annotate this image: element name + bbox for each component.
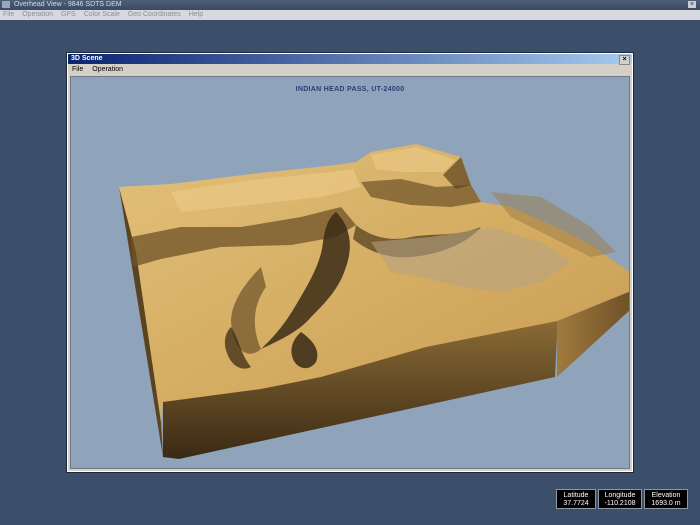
menu-operation[interactable]: Operation bbox=[22, 11, 53, 18]
scene-close-icon[interactable]: × bbox=[619, 55, 630, 65]
main-close-icon[interactable]: × bbox=[688, 1, 696, 8]
elevation-label: Elevation bbox=[651, 492, 681, 499]
terrain-model[interactable] bbox=[71, 77, 629, 468]
longitude-label: Longitude bbox=[604, 492, 636, 499]
latitude-label: Latitude bbox=[563, 492, 589, 499]
scene-window: 3D Scene × File Operation INDIAN HEAD PA… bbox=[67, 53, 633, 472]
app-icon bbox=[2, 1, 10, 8]
main-window-title: Overhead View - 9846 SDTS DEM bbox=[13, 1, 122, 8]
menu-geo-coordinates[interactable]: Geo Coordinates bbox=[128, 11, 181, 18]
longitude-value: -110.2108 bbox=[604, 500, 636, 507]
scene-title-bar[interactable]: 3D Scene × bbox=[68, 54, 632, 65]
menu-file[interactable]: File bbox=[3, 11, 14, 18]
terrain-viewport[interactable]: INDIAN HEAD PASS, UT-24000 bbox=[70, 76, 630, 469]
scene-menu-bar: File Operation bbox=[68, 65, 632, 75]
longitude-readout: Longitude -110.2108 bbox=[598, 489, 642, 509]
scene-menu-operation[interactable]: Operation bbox=[92, 66, 123, 73]
elevation-readout: Elevation 1693.0 m bbox=[644, 489, 688, 509]
latitude-readout: Latitude 37.7724 bbox=[556, 489, 596, 509]
menu-help[interactable]: Help bbox=[189, 11, 203, 18]
main-title-bar: Overhead View - 9846 SDTS DEM × bbox=[0, 0, 700, 10]
menu-color-scale[interactable]: Color Scale bbox=[84, 11, 120, 18]
scene-menu-file[interactable]: File bbox=[72, 66, 83, 73]
main-menu-bar: File Operation GPS Color Scale Geo Coord… bbox=[0, 10, 700, 20]
latitude-value: 37.7724 bbox=[563, 500, 589, 507]
menu-gps[interactable]: GPS bbox=[61, 11, 76, 18]
scene-window-title: 3D Scene bbox=[71, 55, 103, 62]
elevation-value: 1693.0 m bbox=[651, 500, 681, 507]
